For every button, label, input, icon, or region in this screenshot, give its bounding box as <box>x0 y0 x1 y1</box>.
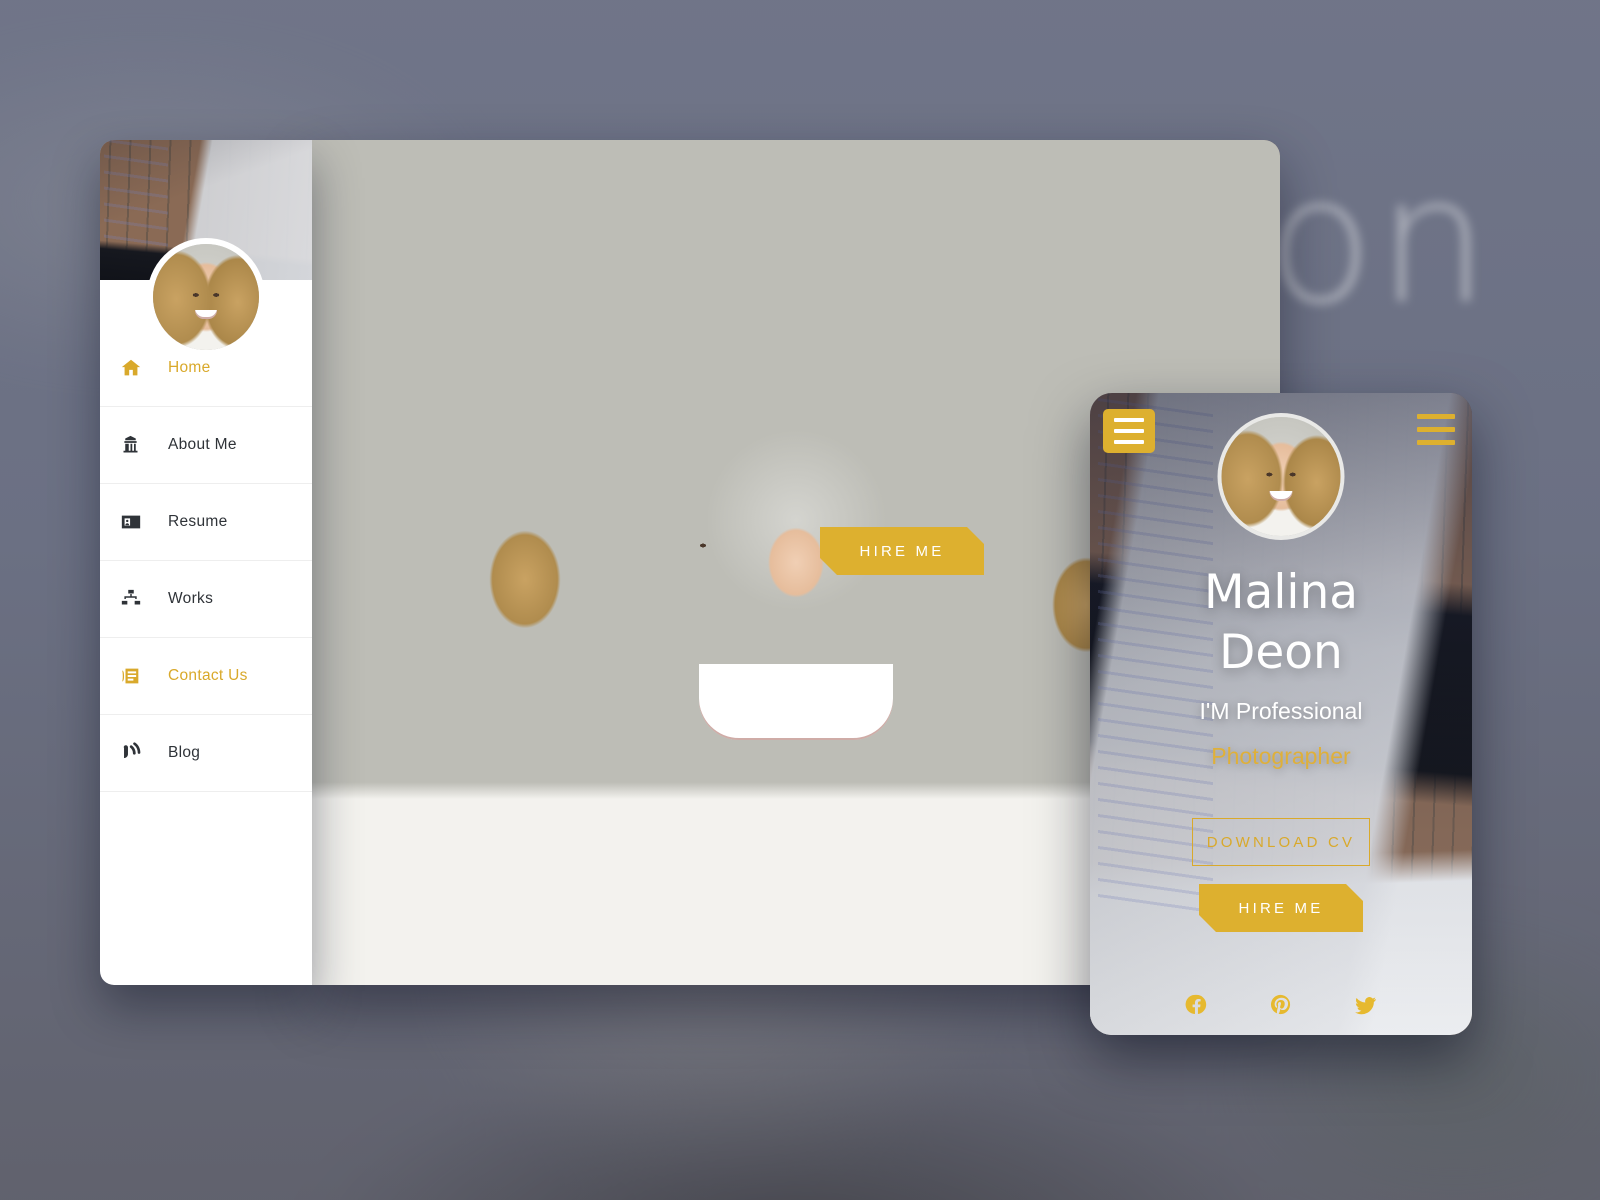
hamburger-menu-icon[interactable] <box>1416 413 1456 445</box>
user-badge-icon <box>120 435 154 456</box>
hire-me-button[interactable]: HIRE ME <box>820 527 984 575</box>
sitemap-icon <box>120 588 154 610</box>
sidebar-nav: Home About Me Resume Works Contact Us Bl… <box>100 280 312 792</box>
rss-icon <box>120 742 154 764</box>
sidebar-item-contact-us[interactable]: Contact Us <box>100 638 312 715</box>
sidebar-item-resume[interactable]: Resume <box>100 484 312 561</box>
home-icon <box>120 357 154 379</box>
portrait-image <box>312 140 1280 985</box>
sidebar-item-label: Works <box>168 590 214 607</box>
contact-icon <box>120 665 154 687</box>
pinterest-icon[interactable] <box>1269 993 1292 1023</box>
avatar <box>147 238 265 356</box>
mobile-title-line2: Deon <box>1219 625 1343 681</box>
portrait-image <box>1221 417 1341 536</box>
mobile-avatar <box>1217 413 1345 540</box>
facebook-icon[interactable] <box>1185 993 1208 1023</box>
sidebar-item-label: Home <box>168 359 211 376</box>
mobile-hero-panel: Malina Deon I'M Professional Photographe… <box>1090 393 1472 1035</box>
download-cv-button[interactable]: DOWNLOAD CV <box>1192 818 1370 866</box>
sidebar-item-about-me[interactable]: About Me <box>100 407 312 484</box>
sidebar-item-label: Contact Us <box>168 667 248 684</box>
sidebar-item-works[interactable]: Works <box>100 561 312 638</box>
portrait-image <box>153 244 259 350</box>
sidebar-item-label: About Me <box>168 436 237 453</box>
hamburger-menu-icon[interactable] <box>1103 409 1155 453</box>
twitter-icon[interactable] <box>1353 993 1378 1023</box>
hire-me-button[interactable]: HIRE ME <box>1199 884 1363 932</box>
sidebar-item-label: Resume <box>168 513 228 530</box>
id-card-icon <box>120 511 154 533</box>
mobile-tagline-prefix: I'M Professional <box>1199 698 1363 724</box>
sidebar-item-label: Blog <box>168 744 201 761</box>
mobile-tagline-role: Photographer <box>1211 743 1351 769</box>
mobile-social-links <box>1090 993 1472 1023</box>
mobile-title: Malina Deon <box>1090 563 1472 683</box>
hero-avatar <box>312 140 1280 985</box>
mobile-title-line1: Malina <box>1203 565 1359 620</box>
sidebar-item-blog[interactable]: Blog <box>100 715 312 792</box>
screenshot-stage: eon Home <box>0 0 1600 1200</box>
sidebar-panel: Home About Me Resume Works Contact Us Bl… <box>100 140 312 985</box>
mobile-actions: DOWNLOAD CV HIRE ME <box>1090 818 1472 932</box>
